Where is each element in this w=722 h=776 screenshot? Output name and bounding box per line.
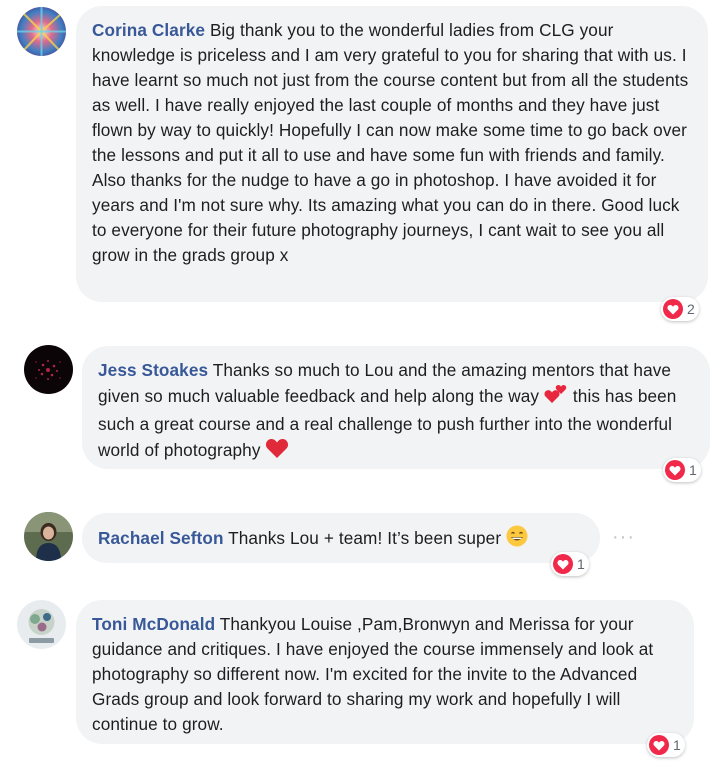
two-hearts-emoji [544, 383, 568, 412]
avatar[interactable] [24, 512, 73, 561]
love-icon [649, 735, 669, 755]
reaction-count: 1 [673, 737, 681, 753]
grinning-smiling-eyes-emoji [506, 525, 528, 554]
comment-bubble: Toni McDonald Thankyou Louise ,Pam,Bronw… [76, 600, 694, 744]
comment-text: Big thank you to the wonderful ladies fr… [92, 20, 689, 265]
avatar[interactable] [17, 600, 66, 649]
avatar[interactable] [17, 7, 66, 56]
reaction-count: 1 [577, 556, 585, 572]
comment-bubble: Rachael Sefton Thanks Lou + team! It’s b… [82, 513, 600, 563]
reaction-summary[interactable]: 1 [647, 733, 685, 757]
red-heart-emoji [265, 437, 289, 466]
reaction-summary[interactable]: 1 [663, 458, 701, 482]
avatar[interactable] [24, 345, 73, 394]
love-icon [663, 299, 683, 319]
comment-author[interactable]: Corina Clarke [92, 20, 205, 40]
comment-bubble: Corina Clarke Big thank you to the wonde… [76, 6, 708, 302]
comment-bubble: Jess Stoakes Thanks so much to Lou and t… [82, 346, 710, 469]
comment-author[interactable]: Rachael Sefton [98, 528, 224, 548]
love-icon [553, 554, 573, 574]
love-icon [665, 460, 685, 480]
more-options-button[interactable]: ··· [612, 526, 635, 549]
reaction-summary[interactable]: 2 [661, 297, 699, 321]
comment-author[interactable]: Toni McDonald [92, 614, 215, 634]
reaction-count: 1 [689, 462, 697, 478]
reaction-count: 2 [687, 301, 695, 317]
comment-text: Thanks Lou + team! It’s been super [228, 528, 502, 548]
comment-author[interactable]: Jess Stoakes [98, 360, 208, 380]
reaction-summary[interactable]: 1 [551, 552, 589, 576]
